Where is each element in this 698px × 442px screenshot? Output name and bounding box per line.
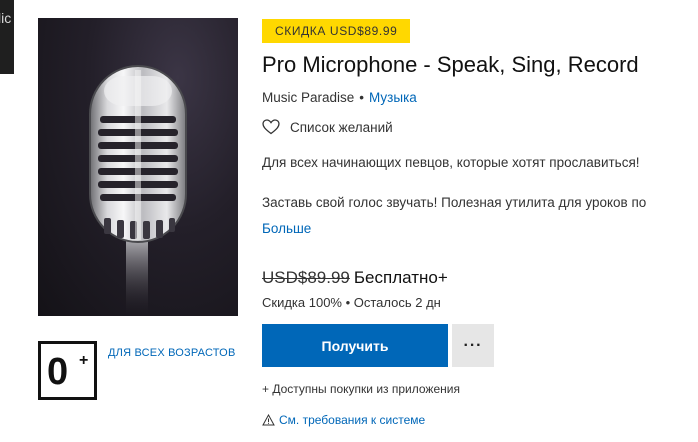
background-window-edge: lic — [0, 0, 14, 74]
product-title: Pro Microphone - Speak, Sing, Record — [262, 52, 639, 77]
product-meta: Music Paradise • Музыка — [262, 90, 417, 105]
age-rating-plus: + — [79, 352, 89, 369]
microphone-icon — [89, 65, 187, 316]
price-row: USD$89.99 Бесплатно+ — [262, 268, 448, 288]
description-line-2: Заставь свой голос звучать! Полезная ути… — [262, 195, 647, 210]
meta-separator: • — [359, 90, 365, 105]
wishlist-label: Список желаний — [290, 119, 393, 135]
heart-icon — [262, 119, 280, 135]
more-options-button[interactable]: ··· — [452, 324, 494, 367]
product-image — [38, 18, 238, 316]
category-link[interactable]: Музыка — [369, 90, 417, 105]
show-more-link[interactable]: Больше — [262, 221, 311, 236]
warning-icon — [262, 414, 275, 426]
publisher-link[interactable]: Music Paradise — [262, 90, 354, 105]
description-line-1: Для всех начинающих певцов, которые хотя… — [262, 155, 640, 170]
background-window-text: lic — [0, 10, 12, 26]
discount-info: Скидка 100% • Осталось 2 дн — [262, 295, 441, 310]
in-app-purchases-note: + Доступны покупки из приложения — [262, 382, 460, 396]
age-rating-label[interactable]: ДЛЯ ВСЕХ ВОЗРАСТОВ — [108, 347, 235, 359]
wishlist-button[interactable]: Список желаний — [262, 119, 393, 135]
get-button[interactable]: Получить — [262, 324, 448, 367]
system-requirements-link[interactable]: См. требования к системе — [262, 413, 425, 427]
discount-badge: СКИДКА USD$89.99 — [262, 19, 411, 43]
system-requirements-label: См. требования к системе — [279, 413, 426, 427]
age-rating-badge: 0 + — [38, 341, 97, 400]
age-rating-value: 0 — [47, 351, 69, 393]
current-price: Бесплатно+ — [353, 268, 448, 287]
original-price: USD$89.99 — [262, 268, 350, 287]
